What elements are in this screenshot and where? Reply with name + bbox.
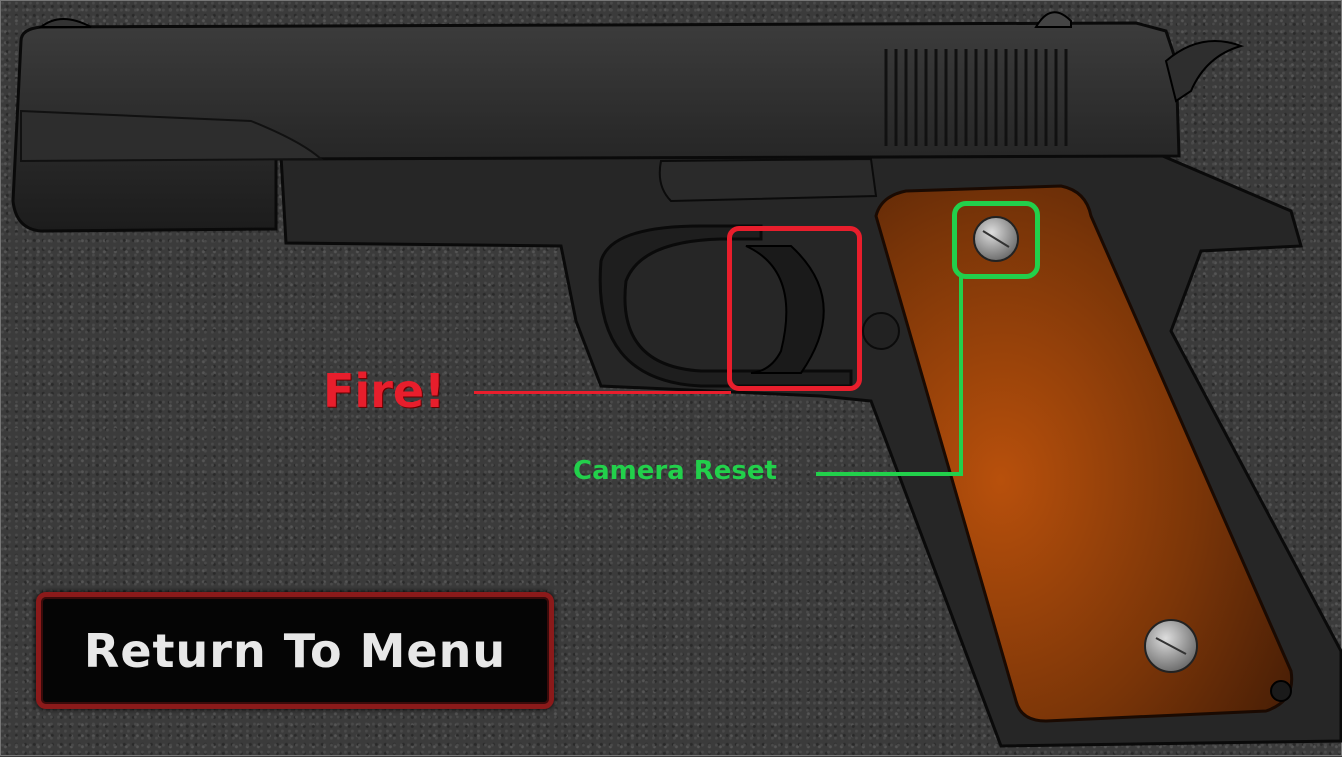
camera-reset-label: Camera Reset: [573, 456, 777, 486]
camera-reset-hotspot[interactable]: [952, 201, 1040, 279]
camera-reset-callout-line-vertical: [959, 276, 963, 476]
fire-label: Fire!: [323, 364, 446, 418]
return-to-menu-button[interactable]: Return To Menu: [36, 592, 554, 709]
game-scene: Fire! Camera Reset Return To Menu: [0, 0, 1342, 756]
return-to-menu-label: Return To Menu: [83, 623, 507, 678]
fire-trigger-hotspot[interactable]: [727, 226, 862, 391]
camera-reset-callout-line-horizontal: [816, 472, 963, 476]
fire-callout-line: [474, 391, 731, 394]
